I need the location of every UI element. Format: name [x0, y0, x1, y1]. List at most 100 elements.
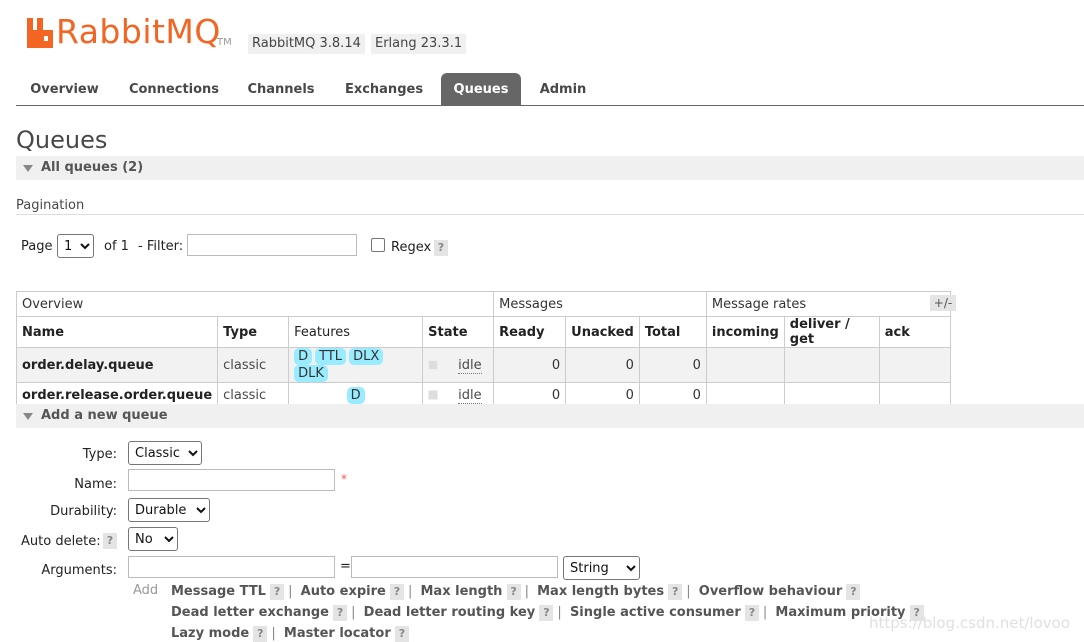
auto-delete-select[interactable]: No [128, 527, 178, 551]
all-queues-label: All queues (2) [41, 160, 144, 175]
arg-overflow-behaviour-link[interactable]: Overflow behaviour [699, 584, 843, 599]
durability-select[interactable]: Durable [128, 498, 210, 522]
column-header-features: Features [288, 316, 424, 348]
page-select[interactable]: 1 [57, 234, 94, 258]
deliver-get-rate [783, 347, 880, 383]
argument-key-input[interactable] [128, 556, 335, 578]
arg-single-active-consumer-link[interactable]: Single active consumer [570, 605, 741, 620]
logo-trademark: TM [217, 37, 232, 48]
type-label: Type: [82, 447, 117, 462]
tab-queues[interactable]: Queues [441, 73, 521, 105]
arg-max-length-link[interactable]: Max length [421, 584, 503, 599]
filter-label: - Filter: [138, 239, 184, 254]
table-row: order.delay.queue classic D TTL DLX DLK idl… [15, 347, 951, 383]
feature-badge: D [346, 386, 365, 404]
pagination-divider [16, 214, 1084, 215]
feature-badge: DLK [294, 365, 328, 382]
pagination-heading: Pagination [16, 198, 85, 213]
arg-lazy-mode-link[interactable]: Lazy mode [171, 626, 249, 641]
arg-help-icon[interactable]: ? [744, 605, 759, 621]
regex-label: Regex [391, 240, 432, 255]
column-header-unacked[interactable]: Unacked [565, 316, 640, 348]
name-label: Name: [74, 477, 117, 492]
arg-help-icon[interactable]: ? [539, 605, 554, 621]
feature-badge: D [294, 348, 313, 365]
page-of-label: of 1 [104, 239, 129, 254]
arg-dead-letter-routing-key-link[interactable]: Dead letter routing key [364, 605, 536, 620]
add-argument-label: Add [133, 583, 159, 598]
queue-state: idle [422, 347, 495, 383]
arguments-label: Arguments: [41, 563, 117, 578]
feature-badge: DLX [349, 348, 384, 365]
arg-help-icon[interactable]: ? [270, 584, 285, 600]
column-header-type[interactable]: Type [217, 316, 290, 348]
state-text: idle [458, 387, 482, 404]
arg-help-icon[interactable]: ? [668, 584, 683, 600]
column-header-ack[interactable]: ack [878, 316, 951, 348]
group-header-overview: Overview [15, 291, 495, 317]
arg-message-ttl-link[interactable]: Message TTL [171, 584, 266, 599]
arg-help-icon[interactable]: ? [846, 584, 861, 600]
queue-features: D TTL DLX DLK [288, 347, 424, 383]
feature-badge: TTL [315, 348, 347, 365]
rabbitmq-logo-icon [27, 18, 53, 48]
column-header-ready[interactable]: Ready [493, 316, 567, 348]
argument-value-input[interactable] [351, 556, 558, 578]
regex-help-icon[interactable]: ? [434, 240, 448, 256]
rabbitmq-version-badge: RabbitMQ 3.8.14 [248, 34, 365, 54]
column-header-name[interactable]: Name [15, 316, 219, 348]
column-header-state[interactable]: State [422, 316, 495, 348]
ready-count: 0 [493, 347, 567, 383]
arg-help-icon[interactable]: ? [253, 626, 268, 642]
ack-rate [878, 347, 951, 383]
auto-delete-help-icon[interactable]: ? [103, 533, 117, 549]
incoming-rate [705, 347, 785, 383]
tab-overview[interactable]: Overview [16, 73, 113, 105]
arg-master-locator-link[interactable]: Master locator [284, 626, 391, 641]
column-header-total[interactable]: Total [638, 316, 707, 348]
column-toggle-button[interactable]: +/- [930, 295, 956, 311]
argument-shortcuts-row-3: Lazy mode ? | Master locator ? [171, 626, 409, 642]
watermark-text: https://blog.csdn.net/lovoo [868, 614, 1070, 632]
collapse-triangle-icon [23, 413, 33, 420]
arg-help-icon[interactable]: ? [333, 605, 348, 621]
arg-help-icon[interactable]: ? [394, 626, 409, 642]
argument-type-select[interactable]: String [563, 556, 640, 580]
arg-help-icon[interactable]: ? [389, 584, 404, 600]
all-queues-section-toggle[interactable]: All queues (2) [16, 156, 1084, 180]
queue-name-input[interactable] [128, 469, 335, 491]
total-count: 0 [638, 347, 707, 383]
filter-input[interactable] [187, 234, 357, 256]
arg-auto-expire-link[interactable]: Auto expire [301, 584, 386, 599]
logo-text: RabbitMQ [56, 12, 221, 51]
tab-exchanges[interactable]: Exchanges [336, 73, 432, 105]
column-header-incoming[interactable]: incoming [705, 316, 785, 348]
state-indicator-icon [428, 390, 439, 400]
state-text: idle [458, 357, 482, 374]
arg-max-length-bytes-link[interactable]: Max length bytes [537, 584, 664, 599]
queue-name-link[interactable]: order.delay.queue [15, 347, 219, 383]
group-header-messages: Messages [493, 291, 707, 317]
tab-connections[interactable]: Connections [119, 73, 229, 105]
regex-checkbox[interactable] [371, 238, 385, 252]
add-queue-label: Add a new queue [41, 408, 168, 423]
column-header-deliver-get[interactable]: deliver / get [783, 316, 880, 348]
tab-channels[interactable]: Channels [238, 73, 324, 105]
arg-dead-letter-exchange-link[interactable]: Dead letter exchange [171, 605, 329, 620]
queue-type-select[interactable]: Classic [128, 441, 202, 465]
state-indicator-icon [428, 360, 439, 370]
group-header-message-rates: Message rates [705, 291, 951, 317]
tab-admin[interactable]: Admin [531, 73, 595, 105]
arg-help-icon[interactable]: ? [506, 584, 521, 600]
auto-delete-label: Auto delete: [21, 534, 101, 549]
queues-table: Overview Messages Message rates Name Typ… [15, 291, 951, 408]
argument-shortcuts-row-1: Message TTL ? | Auto expire ? | Max length… [171, 584, 861, 600]
collapse-triangle-icon [23, 165, 33, 172]
page-label: Page [21, 239, 53, 254]
durability-label: Durability: [50, 504, 117, 519]
required-marker: * [341, 472, 347, 486]
argument-shortcuts-row-2: Dead letter exchange ? | Dead letter rout… [171, 605, 924, 621]
erlang-version-badge: Erlang 23.3.1 [371, 34, 467, 54]
page-title: Queues [16, 126, 108, 154]
add-queue-section-toggle[interactable]: Add a new queue [16, 404, 1084, 428]
